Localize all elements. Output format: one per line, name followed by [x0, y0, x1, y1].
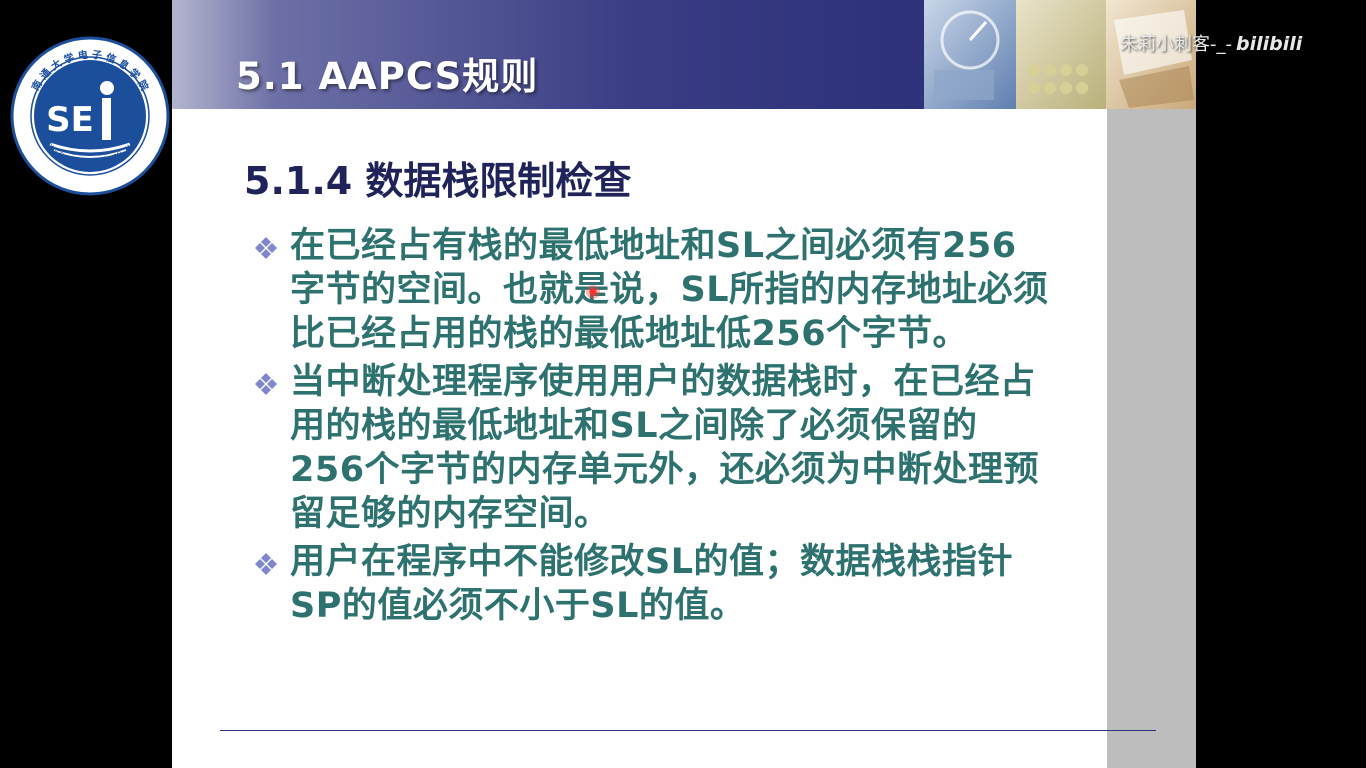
- diamond-bullet-icon: [255, 373, 277, 395]
- diamond-bullet-icon: [255, 237, 277, 259]
- diamond-bullet-icon: [255, 553, 277, 575]
- right-black-margin: [1196, 0, 1366, 768]
- school-logo-icon: SE 南 通 大 学 电 子 信 息 学 院 SCHOOL OF ELECTRO…: [10, 36, 170, 196]
- bullet-text: 在已经占有栈的最低地址和SL之间必须有256字节的空间。也就是说，SL所指的内存…: [290, 226, 1049, 354]
- slide-side-panel: [1107, 109, 1196, 768]
- bullet-text: 当中断处理程序使用用户的数据栈时，在已经占用的栈的最低地址和SL之间除了必须保留…: [290, 362, 1040, 534]
- section-title: 5.1.4 数据栈限制检查: [244, 159, 632, 203]
- bullet-list: 在已经占有栈的最低地址和SL之间必须有256字节的空间。也就是说，SL所指的内存…: [252, 224, 1052, 632]
- svg-text:SE: SE: [46, 100, 94, 140]
- watermark-user: 朱莉小刺客-_-: [1120, 34, 1232, 55]
- laser-pointer-icon: [586, 285, 600, 299]
- video-watermark: 朱莉小刺客-_- bilibili: [1120, 30, 1302, 56]
- list-item: 用户在程序中不能修改SL的值；数据栈栈指针SP的值必须不小于SL的值。: [252, 540, 1052, 628]
- list-item: 当中断处理程序使用用户的数据栈时，在已经占用的栈的最低地址和SL之间除了必须保留…: [252, 360, 1052, 536]
- bullet-text: 用户在程序中不能修改SL的值；数据栈栈指针SP的值必须不小于SL的值。: [290, 542, 1014, 626]
- footer-divider: [220, 730, 1156, 731]
- slide-header: 5.1 AAPCS规则: [172, 0, 1196, 109]
- left-black-margin: SE 南 通 大 学 电 子 信 息 学 院 SCHOOL OF ELECTRO…: [0, 0, 172, 768]
- list-item: 在已经占有栈的最低地址和SL之间必须有256字节的空间。也就是说，SL所指的内存…: [252, 224, 1052, 356]
- slide: 5.1 AAPCS规则 5.1.4 数据栈限制检查 在已经占有栈的最低地址和SL…: [172, 0, 1196, 768]
- slide-title: 5.1 AAPCS规则: [236, 55, 539, 98]
- bilibili-logo-icon: bilibili: [1236, 33, 1303, 55]
